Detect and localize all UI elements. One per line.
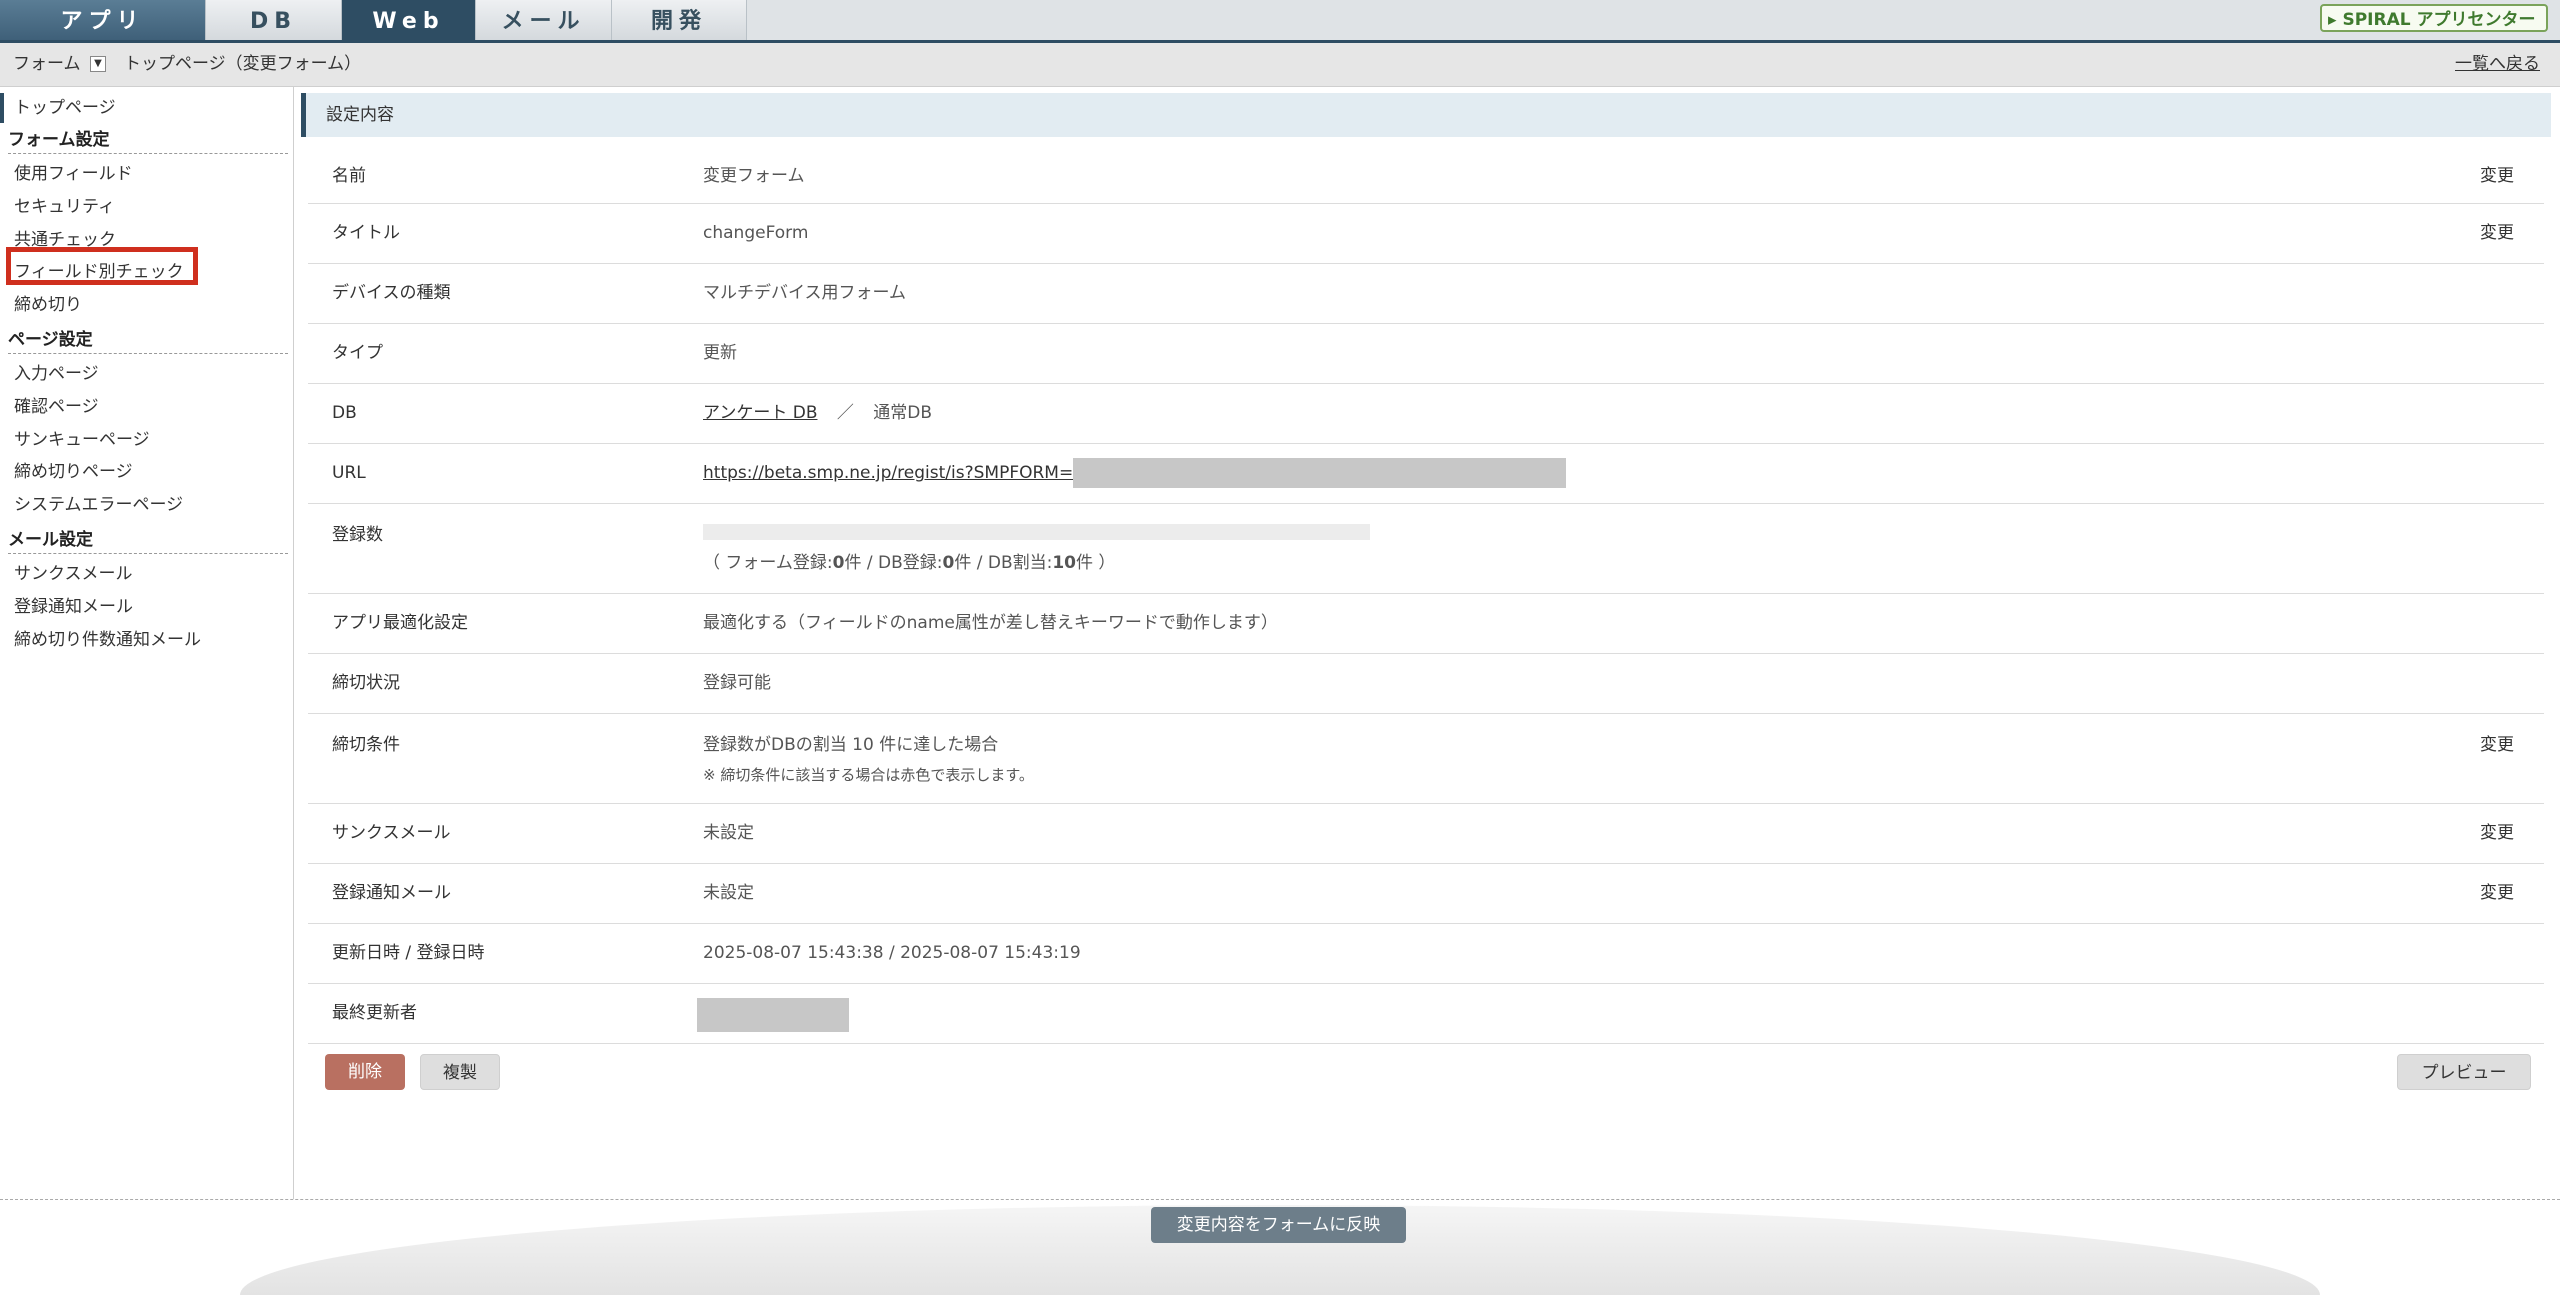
sidebar-item-top-page[interactable]: トップページ [0, 93, 116, 123]
row-label: 締切条件 [332, 735, 400, 755]
count-text: （ フォーム登録: [703, 553, 833, 573]
row-name: 名前 変更フォーム 変更 [308, 149, 2544, 204]
row-value: 最適化する（フィールドのname属性が差し替えキーワードで動作します） [703, 613, 1278, 633]
change-thanks-mail-link[interactable]: 変更 [2480, 804, 2514, 863]
spiral-app-center-button[interactable]: ▸ SPIRAL アプリセンター [2320, 4, 2548, 32]
breadcrumb-form: フォーム [13, 54, 81, 74]
row-label: 更新日時 / 登録日時 [332, 943, 485, 963]
copy-button[interactable]: 複製 [420, 1054, 500, 1090]
row-deadline-status: 締切状況 登録可能 [308, 654, 2544, 714]
sidebar-heading-page-settings: ページ設定 [8, 327, 288, 354]
count-progress-bar [703, 524, 1370, 540]
sidebar-item-notify-mail[interactable]: 登録通知メール [14, 594, 133, 620]
redacted-block [1073, 458, 1567, 488]
row-value: 登録可能 [703, 673, 771, 693]
form-count: 0 [832, 553, 845, 573]
sidebar-item-confirm-page[interactable]: 確認ページ [14, 394, 99, 420]
change-name-link[interactable]: 変更 [2480, 149, 2514, 203]
row-db: DB アンケート DB ／ 通常DB [308, 384, 2544, 444]
row-value: 変更フォーム [703, 166, 805, 186]
row-label: デバイスの種類 [332, 283, 451, 303]
row-label: DB [332, 403, 357, 423]
row-label: URL [332, 463, 366, 483]
row-value: 2025-08-07 15:43:38 / 2025-08-07 15:43:1… [703, 943, 1081, 963]
row-dates: 更新日時 / 登録日時 2025-08-07 15:43:38 / 2025-0… [308, 924, 2544, 984]
row-label: 締切状況 [332, 673, 400, 693]
row-value: changeForm [703, 223, 809, 243]
row-label: 登録数 [332, 525, 383, 545]
preview-button[interactable]: プレビュー [2397, 1054, 2531, 1090]
alloc-count: 10 [1052, 553, 1077, 573]
tab-app[interactable]: アプリ [0, 0, 206, 40]
count-text: 件 / DB割当: [954, 553, 1053, 573]
sidebar-heading-form-settings: フォーム設定 [8, 127, 288, 154]
row-value: 更新 [703, 343, 737, 363]
row-label: タイトル [332, 223, 400, 243]
row-value: アンケート DB ／ 通常DB [703, 384, 932, 443]
sidebar-item-deadline-page[interactable]: 締め切りページ [14, 459, 133, 485]
row-note: ※ 締切条件に該当する場合は赤色で表示します。 [703, 766, 1034, 784]
row-label: タイプ [332, 343, 383, 363]
row-label: サンクスメール [332, 823, 451, 843]
sidebar-item-count-notify-mail[interactable]: 締め切り件数通知メール [14, 627, 201, 653]
sidebar-item-input-page[interactable]: 入力ページ [14, 361, 99, 387]
breadcrumb-page: トップページ（変更フォーム） [124, 54, 362, 74]
row-value: 未設定 [703, 823, 754, 843]
url-link[interactable]: https://beta.smp.ne.jp/regist/is?SMPFORM… [703, 463, 1073, 483]
sidebar-heading-mail-settings: メール設定 [8, 527, 288, 554]
row-last-editor: 最終更新者 [308, 984, 2544, 1044]
sidebar-item-deadline[interactable]: 締め切り [14, 292, 82, 318]
row-label: 最終更新者 [332, 1003, 417, 1023]
row-optimize: アプリ最適化設定 最適化する（フィールドのname属性が差し替えキーワードで動作… [308, 594, 2544, 654]
row-value: 登録数がDBの割当 10 件に達した場合 [703, 735, 999, 755]
top-navigation: アプリ DB Web メール 開発 ▸ SPIRAL アプリセンター [0, 0, 2560, 43]
row-thanks-mail: サンクスメール 未設定 変更 [308, 804, 2544, 864]
sidebar-item-fields[interactable]: 使用フィールド [14, 161, 133, 187]
count-text: 件 ） [1076, 553, 1116, 573]
tab-db[interactable]: DB [206, 0, 342, 40]
sidebar: トップページ フォーム設定 使用フィールド セキュリティ 共通チェック フィール… [0, 87, 294, 1199]
row-title: タイトル changeForm 変更 [308, 204, 2544, 264]
row-label: アプリ最適化設定 [332, 613, 468, 633]
sidebar-item-thankyou-page[interactable]: サンキューページ [14, 427, 150, 453]
row-type: タイプ 更新 [308, 324, 2544, 384]
row-deadline-condition: 締切条件 登録数がDBの割当 10 件に達した場合 ※ 締切条件に該当する場合は… [308, 714, 2544, 804]
redacted-block [697, 998, 849, 1032]
tab-mail[interactable]: メール [476, 0, 612, 40]
count-summary: （ フォーム登録:0件 / DB登録:0件 / DB割当:10件 ） [703, 548, 1115, 578]
highlight-box [6, 247, 198, 285]
db-type: 通常DB [873, 403, 933, 423]
footer-divider [0, 1199, 2560, 1200]
change-notify-mail-link[interactable]: 変更 [2480, 864, 2514, 923]
sidebar-item-system-error-page[interactable]: システムエラーページ [14, 492, 183, 518]
breadcrumb: フォーム ▼ トップページ（変更フォーム） 一覧へ戻る [0, 43, 2560, 87]
db-link[interactable]: アンケート DB [703, 403, 817, 423]
apply-changes-button[interactable]: 変更内容をフォームに反映 [1151, 1207, 1406, 1243]
sidebar-item-thanks-mail[interactable]: サンクスメール [14, 561, 133, 587]
row-value: https://beta.smp.ne.jp/regist/is?SMPFORM… [703, 444, 1567, 503]
count-text: 件 / DB登録: [844, 553, 943, 573]
row-label: 登録通知メール [332, 883, 451, 903]
row-url: URL https://beta.smp.ne.jp/regist/is?SMP… [308, 444, 2544, 504]
delete-button[interactable]: 削除 [325, 1054, 405, 1090]
row-count: 登録数 （ フォーム登録:0件 / DB登録:0件 / DB割当:10件 ） [308, 504, 2544, 594]
db-count: 0 [942, 553, 955, 573]
separator: ／ [836, 403, 854, 423]
row-value: マルチデバイス用フォーム [703, 283, 906, 303]
change-title-link[interactable]: 変更 [2480, 204, 2514, 263]
row-device: デバイスの種類 マルチデバイス用フォーム [308, 264, 2544, 324]
sidebar-item-security[interactable]: セキュリティ [14, 194, 115, 220]
tab-web[interactable]: Web [342, 0, 476, 40]
chevron-down-icon[interactable]: ▼ [90, 56, 106, 72]
row-label: 名前 [332, 166, 366, 186]
change-deadline-link[interactable]: 変更 [2480, 730, 2514, 755]
back-to-list-link[interactable]: 一覧へ戻る [2455, 43, 2540, 86]
section-title: 設定内容 [301, 93, 2551, 137]
row-notify-mail: 登録通知メール 未設定 変更 [308, 864, 2544, 924]
play-icon: ▸ [2328, 10, 2337, 30]
row-value: 未設定 [703, 883, 754, 903]
tab-dev[interactable]: 開発 [612, 0, 747, 40]
spiral-app-center-label: SPIRAL アプリセンター [2342, 10, 2536, 30]
